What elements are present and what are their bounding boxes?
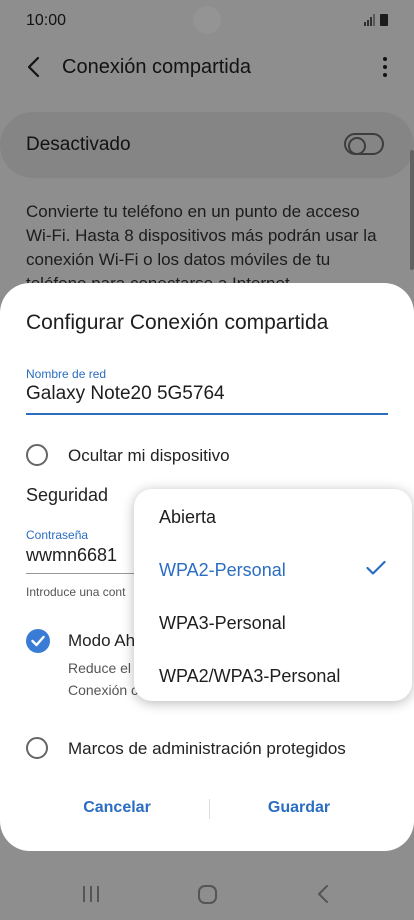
save-button[interactable]: Guardar (239, 799, 359, 817)
button-divider (209, 799, 210, 819)
recent-apps-icon[interactable] (82, 886, 100, 902)
home-icon[interactable] (198, 885, 217, 904)
security-option-wpa2-wpa3[interactable]: WPA2/WPA3-Personal (159, 666, 340, 687)
security-option-open[interactable]: Abierta (159, 507, 216, 528)
pmf-label[interactable]: Marcos de administración protegidos (68, 739, 346, 759)
password-underline (26, 573, 136, 574)
password-input[interactable]: wwmn6681 (26, 545, 117, 566)
navigation-bar (0, 866, 414, 920)
dialog-title: Configurar Conexión compartida (26, 311, 329, 334)
security-dropdown-menu: Abierta WPA2-Personal WPA3-Personal WPA2… (134, 489, 412, 701)
password-hint: Introduce una cont (26, 585, 126, 599)
network-name-underline (26, 413, 388, 415)
network-name-input[interactable]: Galaxy Note20 5G5764 (26, 383, 225, 405)
cancel-button[interactable]: Cancelar (57, 799, 177, 817)
checkmark-icon (366, 560, 386, 575)
power-saving-desc-1: Reduce el (68, 660, 132, 676)
hide-device-radio[interactable] (26, 444, 48, 466)
security-option-wpa2[interactable]: WPA2-Personal (159, 560, 286, 581)
power-saving-label[interactable]: Modo Ah (68, 631, 135, 651)
security-option-wpa3[interactable]: WPA3-Personal (159, 613, 286, 634)
hide-device-label[interactable]: Ocultar mi dispositivo (68, 446, 230, 466)
power-saving-desc-2: Conexión c (68, 682, 139, 698)
checkmark-icon (31, 635, 45, 647)
check-circle-icon[interactable] (26, 629, 50, 653)
nav-back-icon[interactable] (316, 884, 330, 904)
password-label: Contraseña (26, 528, 89, 542)
security-label[interactable]: Seguridad (26, 485, 108, 506)
network-name-label: Nombre de red (26, 367, 107, 381)
pmf-radio[interactable] (26, 737, 48, 759)
